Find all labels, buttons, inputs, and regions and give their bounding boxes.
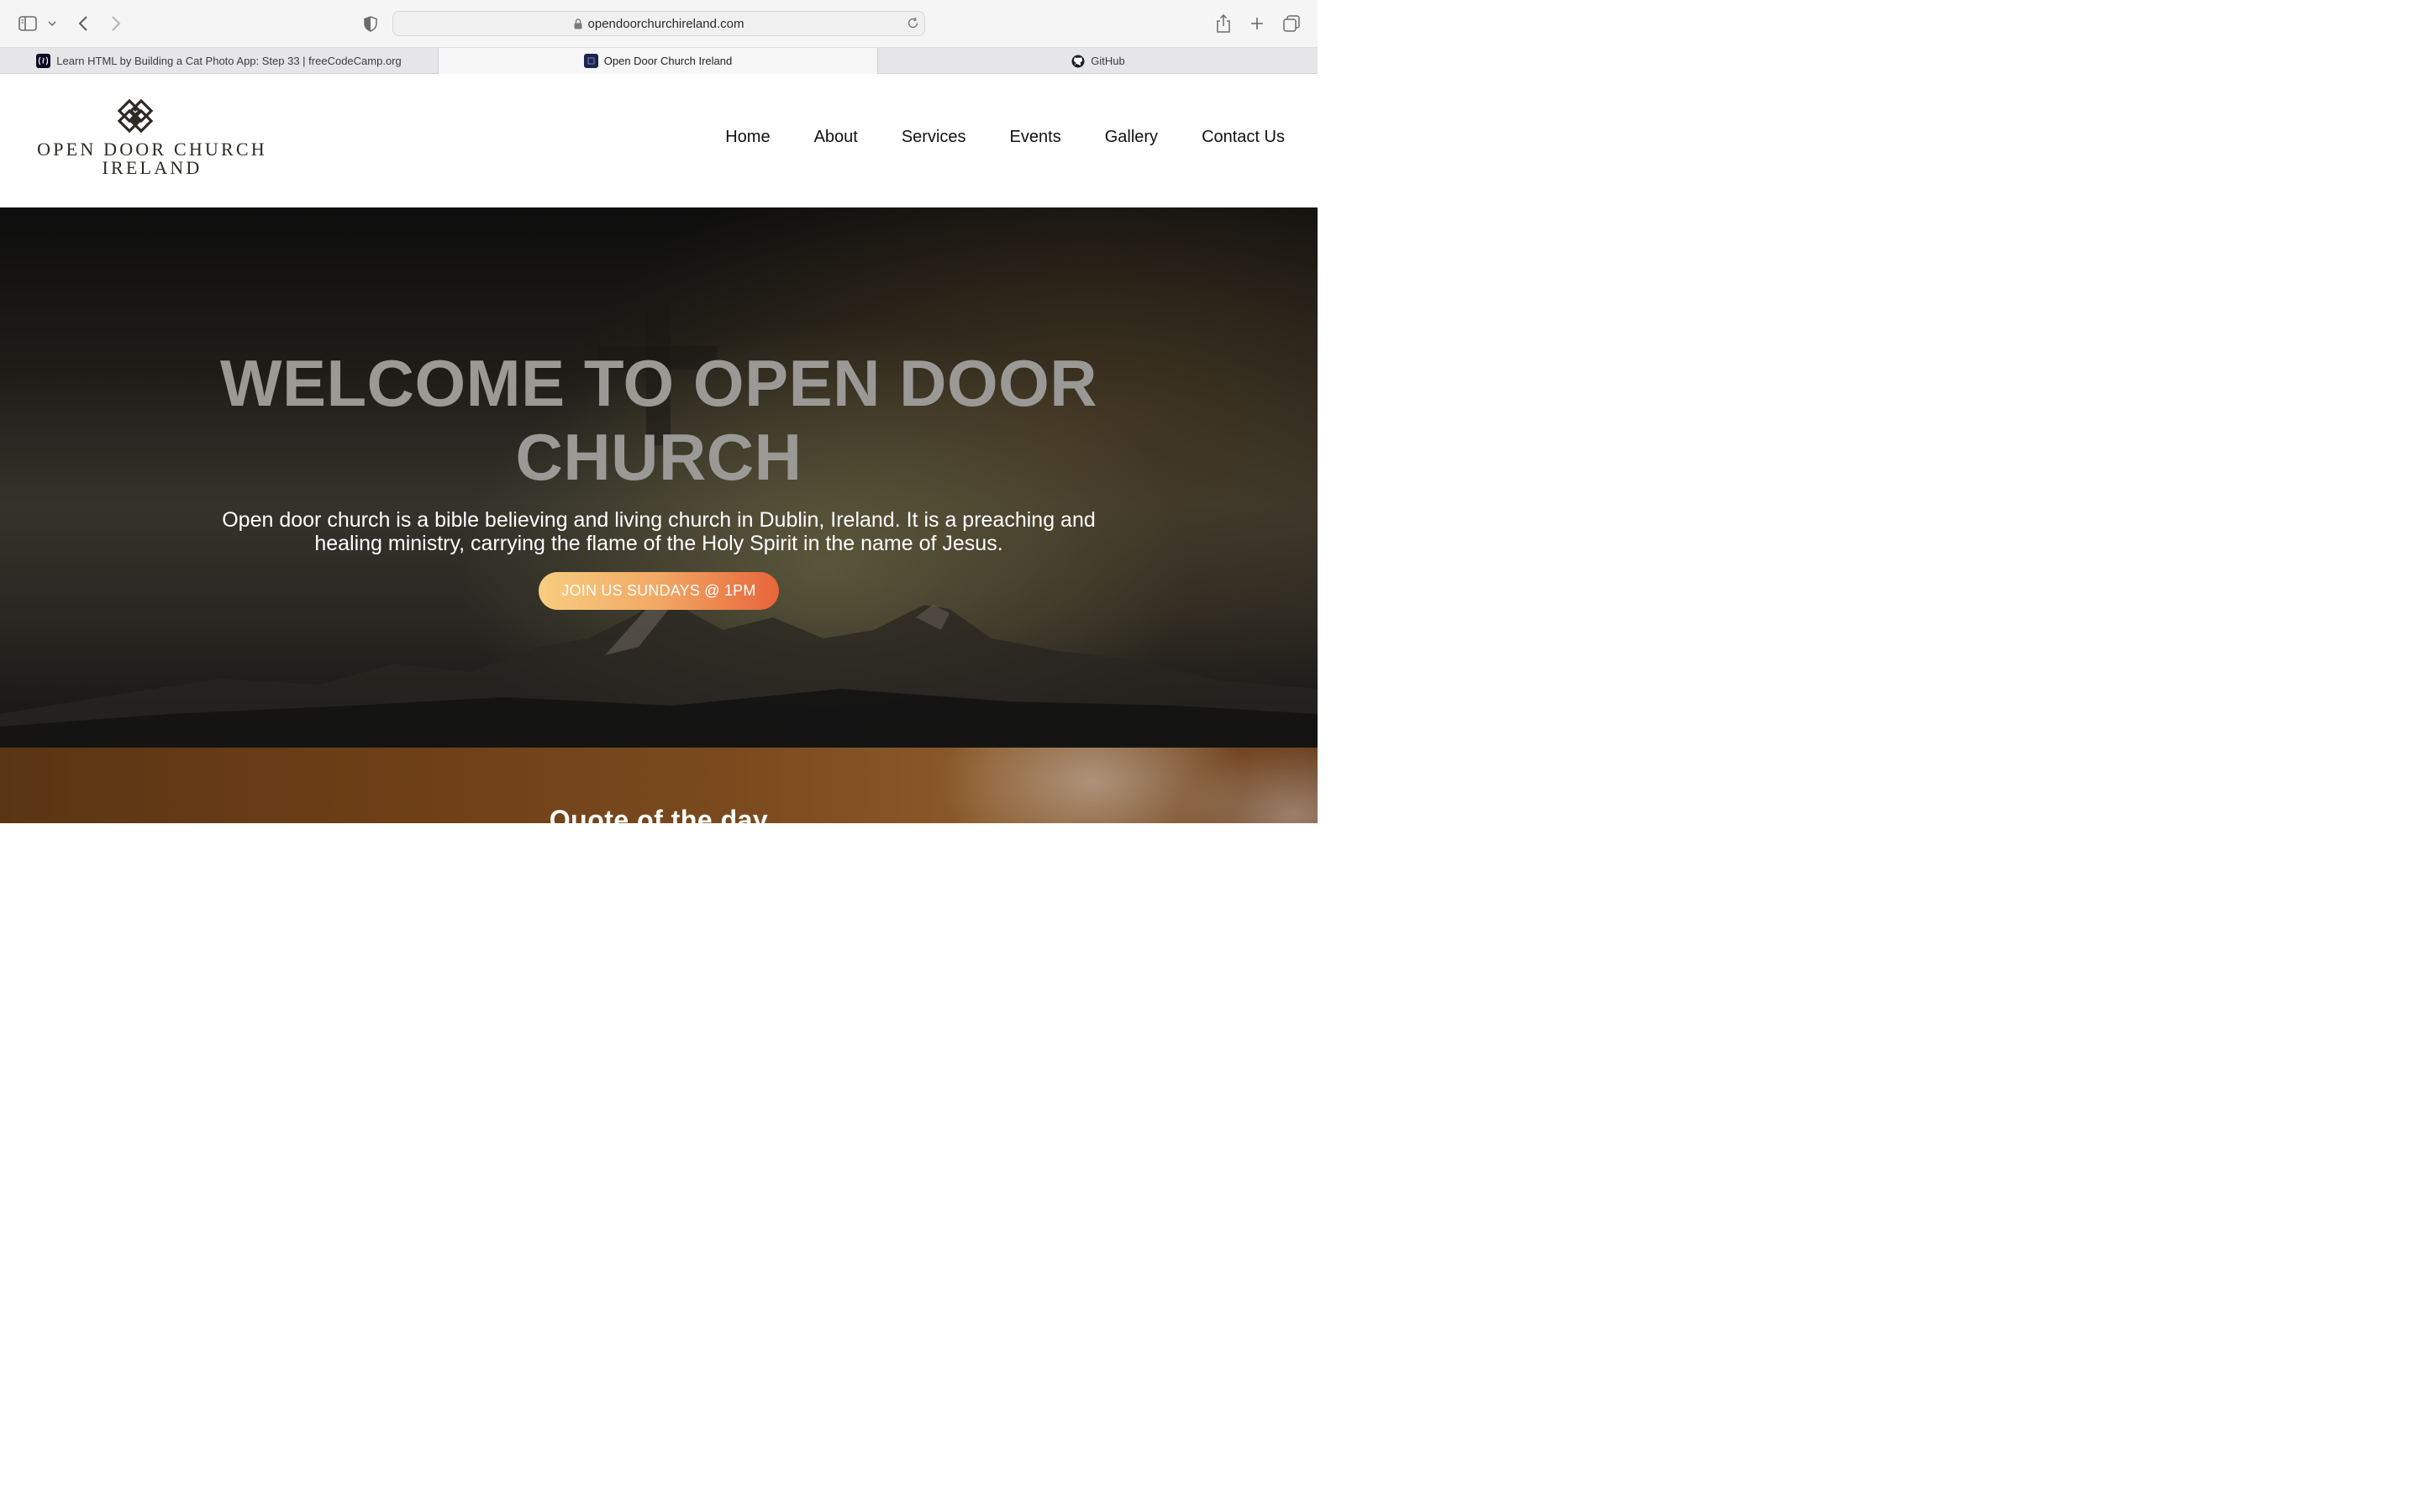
chevron-down-icon[interactable] (46, 17, 58, 30)
nav-about[interactable]: About (814, 128, 858, 147)
new-tab-icon[interactable] (1248, 14, 1266, 33)
site-logo[interactable]: OPEN DOOR CHURCH IRELAND (30, 99, 274, 178)
share-icon[interactable] (1214, 13, 1233, 34)
nav-home[interactable]: Home (725, 128, 770, 147)
join-us-button[interactable]: JOIN US SUNDAYS @ 1PM (539, 572, 779, 610)
github-icon (1071, 54, 1085, 68)
reload-icon[interactable] (907, 17, 919, 29)
lock-icon (574, 18, 582, 29)
tab-freecodecamp[interactable]: Learn HTML by Building a Cat Photo App: … (0, 48, 439, 74)
site-favicon (583, 54, 598, 68)
celtic-knot-icon (118, 99, 153, 133)
main-nav: Home About Services Events Gallery Conta… (681, 128, 1285, 147)
privacy-shield-icon[interactable] (361, 14, 380, 33)
hero-title: WELCOME TO OPEN DOOR CHURCH (0, 346, 1318, 494)
hero-section: WELCOME TO OPEN DOOR CHURCH Open door ch… (0, 207, 1318, 748)
tab-bar: Learn HTML by Building a Cat Photo App: … (0, 48, 1318, 74)
hero-description: Open door church is a bible believing an… (222, 508, 1096, 555)
nav-services[interactable]: Services (902, 128, 966, 147)
nav-events[interactable]: Events (1010, 128, 1061, 147)
address-bar[interactable]: opendoorchurchireland.com (392, 11, 925, 36)
tab-label: Open Door Church Ireland (603, 55, 733, 67)
site-header: OPEN DOOR CHURCH IRELAND Home About Serv… (0, 74, 1318, 207)
quote-title: Quote of the day (549, 805, 769, 823)
tab-github[interactable]: GitHub (878, 48, 1318, 74)
tab-open-door-church[interactable]: Open Door Church Ireland (439, 48, 878, 74)
nav-gallery[interactable]: Gallery (1105, 128, 1158, 147)
freecodecamp-icon (36, 54, 51, 68)
tab-label: GitHub (1091, 55, 1125, 67)
sidebar-toggle-icon[interactable] (18, 13, 38, 34)
forward-icon[interactable] (107, 13, 125, 34)
nav-contact-us[interactable]: Contact Us (1202, 128, 1285, 147)
tab-label: Learn HTML by Building a Cat Photo App: … (56, 55, 402, 67)
logo-text-line2: IRELAND (102, 157, 203, 178)
hero-title-line2: CHURCH (515, 420, 802, 494)
browser-toolbar: opendoorchurchireland.com (0, 0, 1318, 48)
url-text: opendoorchurchireland.com (587, 16, 744, 31)
hero-title-line1: WELCOME TO OPEN DOOR (219, 346, 1098, 420)
back-icon[interactable] (74, 13, 92, 34)
tab-overview-icon[interactable] (1282, 14, 1301, 33)
quote-section: Quote of the day (0, 748, 1318, 823)
